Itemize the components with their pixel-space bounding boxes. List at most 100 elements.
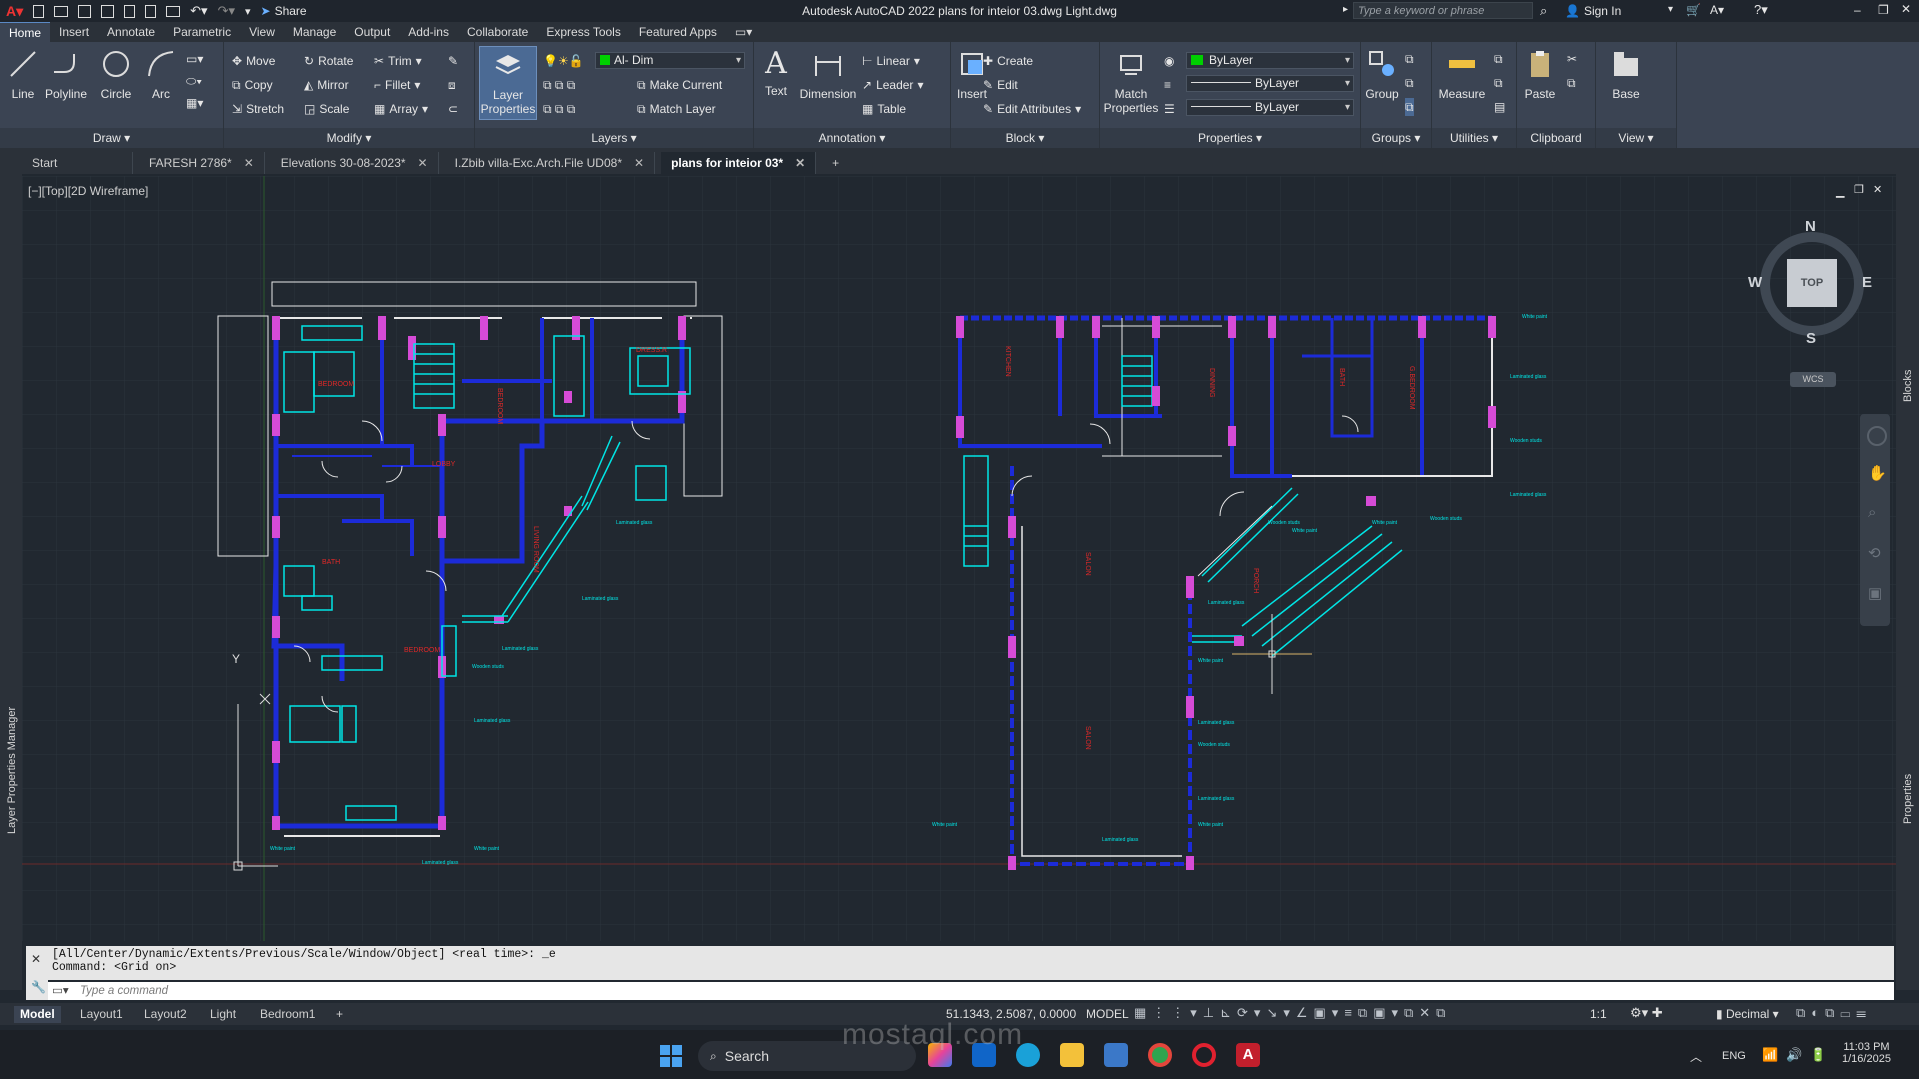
viewport-minimize-icon[interactable]: ▁	[1836, 185, 1844, 198]
calculator-icon[interactable]: ▤	[1494, 98, 1505, 116]
sign-in-dropdown-icon[interactable]: ▾	[1668, 4, 1673, 15]
tab-output[interactable]: Output	[345, 22, 399, 42]
block-panel-title[interactable]: Block ▾	[951, 128, 1099, 148]
autodesk-app-icon[interactable]: A▾	[1710, 3, 1724, 17]
new-file-icon[interactable]	[33, 4, 45, 18]
tab-manage[interactable]: Manage	[284, 22, 345, 42]
close-tab-icon[interactable]: ✕	[634, 156, 644, 170]
cart-icon[interactable]: 🛒	[1686, 3, 1701, 17]
offset-icon[interactable]: ⊂	[448, 100, 458, 118]
status-toggle-icons[interactable]: ▦⋮⋮▾⊥⊾⟳▾↘▾∠▣▾≡⧉▣▾⧉✕⧉	[1134, 1005, 1451, 1021]
save-web-icon[interactable]	[145, 4, 157, 18]
linetype-dropdown[interactable]: ByLayer	[1186, 99, 1354, 116]
save-as-icon[interactable]	[101, 4, 115, 18]
file-explorer-icon[interactable]	[1060, 1043, 1084, 1067]
pan-icon[interactable]: ✋	[1868, 464, 1887, 482]
lineweight-icon[interactable]: ≡	[1164, 76, 1171, 94]
restore-window-icon[interactable]: ❐	[1878, 3, 1889, 17]
make-current-button[interactable]: ⧉ Make Current	[637, 76, 722, 94]
color-dropdown[interactable]: ByLayer	[1186, 52, 1354, 69]
sign-in-button[interactable]: 👤 Sign In	[1565, 4, 1621, 18]
layers-panel-title[interactable]: Layers ▾	[475, 128, 753, 148]
search-icon[interactable]: ⌕	[1540, 3, 1547, 19]
compass-east[interactable]: E	[1862, 274, 1872, 291]
rotate-button[interactable]: ↻ Rotate	[304, 52, 353, 70]
undo-icon[interactable]: ↶▾	[190, 3, 207, 19]
table-button[interactable]: ▦ Table	[862, 100, 906, 118]
create-block-button[interactable]: ✚ Create	[983, 52, 1033, 70]
stretch-button[interactable]: ⇲ Stretch	[232, 100, 284, 118]
group-select-icon[interactable]: ⧉	[1405, 98, 1414, 116]
minimize-window-icon[interactable]: –	[1854, 3, 1861, 17]
start-button[interactable]	[660, 1045, 682, 1067]
copy-clip-icon[interactable]: ⧉	[1567, 74, 1576, 92]
groups-panel-title[interactable]: Groups ▾	[1361, 128, 1431, 148]
text-button[interactable]: A Text	[758, 48, 794, 99]
circle-button[interactable]: Circle	[96, 48, 136, 101]
close-tab-icon[interactable]: ✕	[418, 156, 428, 170]
tray-chevron-icon[interactable]: ︿	[1690, 1048, 1702, 1065]
status-right-icons[interactable]: ⧉◐⧉▭☰	[1796, 1005, 1872, 1021]
open-file-icon[interactable]	[54, 5, 69, 17]
redo-icon[interactable]: ↷▾	[218, 3, 235, 19]
command-prompt-icon[interactable]: ▭▾	[48, 982, 80, 1000]
chrome-icon[interactable]	[1148, 1043, 1172, 1067]
current-layer-dropdown[interactable]: Al- Dim	[595, 52, 745, 69]
doc-tab-zbib-villa[interactable]: I.Zbib villa-Exc.Arch.File UD08* ✕	[445, 152, 656, 174]
properties-panel-title[interactable]: Properties ▾	[1100, 128, 1360, 148]
arc-button[interactable]: Arc	[144, 48, 178, 101]
store-icon[interactable]	[1104, 1043, 1128, 1067]
copy-button[interactable]: ⧉ Copy	[232, 76, 273, 94]
group-edit-icon[interactable]: ⧉	[1405, 74, 1414, 92]
tab-parametric[interactable]: Parametric	[164, 22, 240, 42]
layer-bulb-icon[interactable]: 💡☀🔓	[543, 52, 584, 70]
scale-button[interactable]: ◲ Scale	[304, 100, 349, 118]
add-layout-button[interactable]: +	[330, 1006, 349, 1023]
showmotion-icon[interactable]: ▣	[1868, 584, 1882, 602]
utility-icon-1[interactable]: ⧉	[1494, 50, 1503, 68]
close-tab-icon[interactable]: ✕	[795, 156, 805, 170]
layer-properties-button[interactable]: Layer Properties	[479, 46, 537, 120]
open-web-icon[interactable]	[124, 4, 136, 18]
ungroup-icon[interactable]: ⧉	[1405, 50, 1414, 68]
viewcube-top-face[interactable]: TOP	[1787, 259, 1837, 307]
match-layer-button[interactable]: ⧉ Match Layer	[637, 100, 716, 118]
move-button[interactable]: ✥ Move	[232, 52, 275, 70]
trim-dropdown-icon[interactable]: ▾	[416, 52, 422, 70]
floor-plan-drawing[interactable]: BEDROOM BEDROOM DRESS.R LOBBY LIVING ROO…	[22, 176, 1896, 941]
measure-button[interactable]: Measure	[1436, 48, 1488, 101]
doc-tab-elevations[interactable]: Elevations 30-08-2023* ✕	[271, 152, 439, 174]
command-line-handle[interactable]: ✕ 🔧	[26, 946, 48, 1000]
opera-icon[interactable]	[1192, 1043, 1216, 1067]
explode-icon[interactable]: ⧈	[448, 76, 456, 94]
compass-west[interactable]: W	[1748, 274, 1762, 291]
utilities-panel-title[interactable]: Utilities ▾	[1432, 128, 1516, 148]
layout-tab-layout2[interactable]: Layout2	[138, 1006, 193, 1023]
layer-properties-palette[interactable]: Layer Properties Manager	[0, 174, 22, 990]
polyline-button[interactable]: Polyline	[44, 48, 88, 101]
search-input[interactable]: Type a keyword or phrase	[1353, 2, 1533, 19]
match-properties-button[interactable]: Match Properties	[1102, 48, 1160, 115]
array-dropdown-icon[interactable]: ▾	[422, 100, 428, 118]
layout-tab-bedroom1[interactable]: Bedroom1	[254, 1006, 321, 1023]
close-window-icon[interactable]: ✕	[1901, 2, 1911, 16]
line-button[interactable]: Line	[6, 48, 40, 101]
viewport-close-icon[interactable]: ✕	[1873, 183, 1882, 196]
utility-icon-2[interactable]: ⧉	[1494, 74, 1503, 92]
save-icon[interactable]	[78, 4, 92, 18]
ribbon-minimize-icon[interactable]: ▭▾	[726, 22, 761, 42]
wcs-menu[interactable]: WCS	[1790, 372, 1836, 387]
doc-tab-start[interactable]: Start	[22, 152, 133, 174]
viewport-controls-label[interactable]: [−][Top][2D Wireframe]	[28, 184, 148, 198]
share-button[interactable]: ➤ Share	[261, 4, 307, 18]
command-input[interactable]: ▭▾ Type a command	[48, 982, 1894, 1000]
paste-button[interactable]: Paste	[1521, 48, 1559, 101]
blocks-palette-tab[interactable]: Blocks	[1902, 370, 1914, 402]
layout-tab-light[interactable]: Light	[204, 1006, 242, 1023]
tab-express-tools[interactable]: Express Tools	[537, 22, 629, 42]
model-space-toggle[interactable]: MODEL	[1086, 1007, 1129, 1021]
customize-qat-icon[interactable]: ▾	[245, 5, 251, 18]
edit-block-button[interactable]: ✎ Edit	[983, 76, 1018, 94]
doc-tab-plans-interior[interactable]: plans for inteior 03* ✕	[661, 152, 817, 174]
trim-button[interactable]: ✂ Trim ▾	[374, 52, 422, 70]
